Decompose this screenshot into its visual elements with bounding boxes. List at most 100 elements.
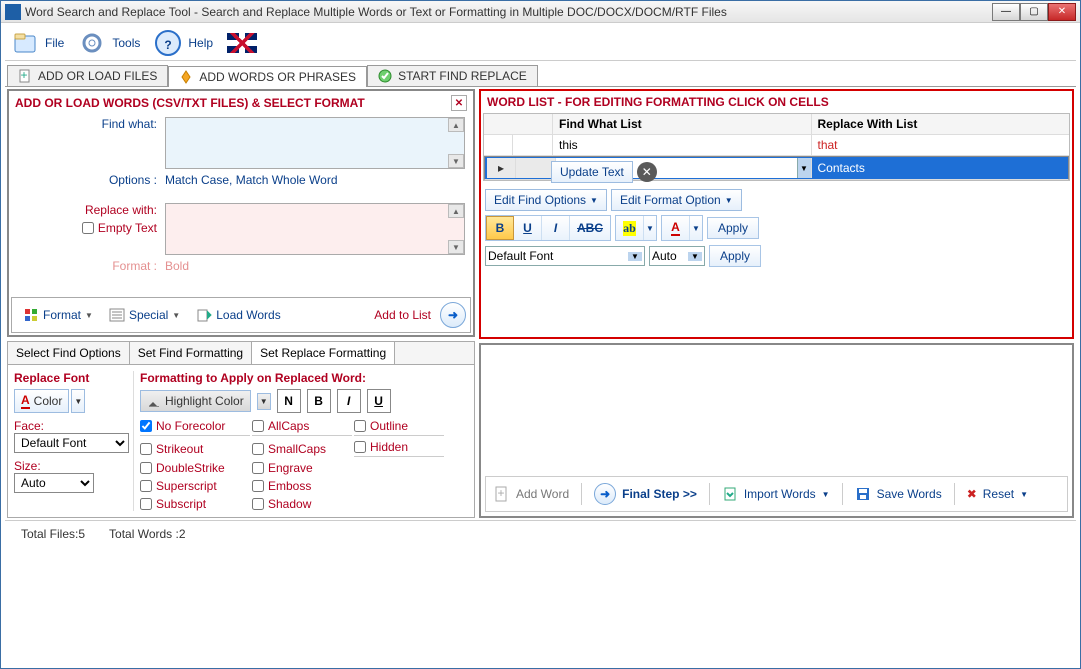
wl-bold-button[interactable]: B [486,216,514,240]
save-words-button[interactable]: Save Words [849,484,948,504]
tab-add-words-label: ADD WORDS OR PHRASES [199,70,356,84]
help-icon: ? [154,29,182,57]
col-find-what: Find What List [552,114,811,134]
replace-with-input[interactable]: ▲ ▼ [165,203,465,255]
format-dropdown[interactable]: Format▼ [16,302,100,328]
wl-italic-button[interactable]: I [542,216,570,240]
edit-find-options-dropdown[interactable]: Edit Find Options▼ [485,189,607,211]
wl-underline-button[interactable]: U [514,216,542,240]
scroll-up-icon[interactable]: ▲ [448,204,464,218]
add-to-list-button[interactable]: Add to List [367,303,438,327]
scroll-down-icon[interactable]: ▼ [448,154,464,168]
tab-add-files[interactable]: + ADD OR LOAD FILES [7,65,168,86]
special-dropdown[interactable]: Special▼ [102,302,187,328]
underline-button[interactable]: U [367,389,391,413]
clear-cell-button[interactable]: ✕ [637,162,657,182]
highlight-icon [147,394,161,408]
right-lower-panel: + Add Word ➜ Final Step >> Import Words▼ [479,343,1074,518]
strikeout-checkbox[interactable]: Strikeout [140,440,250,457]
import-icon [722,486,738,502]
format-value: Bold [165,259,189,273]
engrave-checkbox[interactable]: Engrave [252,461,352,475]
color-dropdown[interactable]: ▼ [71,389,85,413]
doublestrike-checkbox[interactable]: DoubleStrike [140,461,250,475]
table-row[interactable]: this that [484,135,1069,156]
menu-help[interactable]: ? Help [154,29,213,57]
add-word-button[interactable]: + Add Word [488,484,575,504]
tab-start-replace[interactable]: START FIND REPLACE [367,65,538,86]
close-button[interactable]: ✕ [1048,3,1076,21]
font-color-icon: A [21,393,30,409]
minimize-button[interactable]: — [992,3,1020,21]
gear-icon [78,29,106,57]
outline-checkbox[interactable]: Outline [354,419,444,436]
menu-tools-label: Tools [112,36,140,50]
update-text-button[interactable]: Update Text [551,161,633,183]
formatting-apply-heading: Formatting to Apply on Replaced Word: [140,371,468,385]
no-forecolor-checkbox[interactable]: No Forecolor [140,419,250,436]
edit-format-option-dropdown[interactable]: Edit Format Option▼ [611,189,742,211]
subtab-set-replace-formatting[interactable]: Set Replace Formatting [252,342,395,364]
font-face-select[interactable]: Default Font [14,433,129,453]
subscript-checkbox[interactable]: Subscript [140,497,250,511]
menu-file[interactable]: File [11,29,64,57]
empty-text-checkbox[interactable]: Empty Text [82,221,157,235]
superscript-checkbox[interactable]: Superscript [140,479,250,493]
wl-highlight-button[interactable]: ab [616,216,644,240]
scroll-down-icon[interactable]: ▼ [448,240,464,254]
svg-text:+: + [20,69,27,82]
menu-file-label: File [45,36,64,50]
allcaps-checkbox[interactable]: AllCaps [252,419,352,436]
wl-fontcolor-dropdown[interactable]: ▼ [690,216,702,240]
palette-icon [23,307,39,323]
menu-language[interactable] [227,33,257,53]
smallcaps-checkbox[interactable]: SmallCaps [252,440,352,457]
add-to-list-arrow-button[interactable]: ➜ [440,302,466,328]
reset-dropdown[interactable]: ✖ Reset▼ [961,485,1034,503]
emboss-checkbox[interactable]: Emboss [252,479,352,493]
add-words-panel-title: ADD OR LOAD WORDS (CSV/TXT FILES) & SELE… [15,96,365,110]
tab-add-words[interactable]: ADD WORDS OR PHRASES [168,66,367,87]
wl-strike-button[interactable]: ABC [570,216,610,240]
menu-tools[interactable]: Tools [78,29,140,57]
cell-dropdown-icon[interactable]: ▼ [797,158,811,178]
main-tabstrip: + ADD OR LOAD FILES ADD WORDS OR PHRASES… [5,61,1076,87]
cell-find[interactable]: this [552,135,811,155]
font-size-select[interactable]: Auto [14,473,94,493]
wl-highlight-dropdown[interactable]: ▼ [644,216,656,240]
size-label: Size: [14,459,129,473]
hidden-checkbox[interactable]: Hidden [354,440,444,457]
wl-size-select[interactable]: Auto▼ [649,246,705,266]
cell-replace[interactable]: that [811,135,1070,155]
wl-apply-font-button[interactable]: Apply [709,245,761,267]
window-titlebar: Word Search and Replace Tool - Search an… [1,1,1080,23]
bold-button[interactable]: B [307,389,331,413]
subtab-select-find-options[interactable]: Select Find Options [8,342,130,364]
replace-with-label: Replace with: [85,203,157,217]
scroll-up-icon[interactable]: ▲ [448,118,464,132]
color-button[interactable]: A Color [14,389,69,413]
import-words-dropdown[interactable]: Import Words▼ [716,484,836,504]
maximize-button[interactable]: ▢ [1020,3,1048,21]
italic-button[interactable]: I [337,389,361,413]
wl-fontcolor-button[interactable]: A [662,216,690,240]
plus-page-icon: + [494,486,510,502]
menu-help-label: Help [188,36,213,50]
wl-font-select[interactable]: Default Font▼ [485,246,645,266]
highlight-color-button[interactable]: Highlight Color [140,390,251,412]
cell-replace[interactable]: Contacts [811,158,1067,178]
face-label: Face: [14,419,129,433]
find-what-input[interactable]: ▲ ▼ [165,117,465,169]
add-words-panel: ADD OR LOAD WORDS (CSV/TXT FILES) & SELE… [7,89,475,337]
word-icon [179,70,193,84]
wl-apply-format-button[interactable]: Apply [707,217,759,239]
highlight-dropdown[interactable]: ▼ [257,393,271,410]
final-step-button[interactable]: ➜ Final Step >> [588,481,703,507]
panel-close-button[interactable]: ✕ [451,95,467,111]
shadow-checkbox[interactable]: Shadow [252,497,352,511]
font-color-icon: A [671,220,680,236]
subtab-set-find-formatting[interactable]: Set Find Formatting [130,342,252,364]
word-list-title: WORD LIST - FOR EDITING FORMATTING CLICK… [487,95,829,109]
normal-button[interactable]: N [277,389,301,413]
load-words-button[interactable]: Load Words [189,302,287,328]
